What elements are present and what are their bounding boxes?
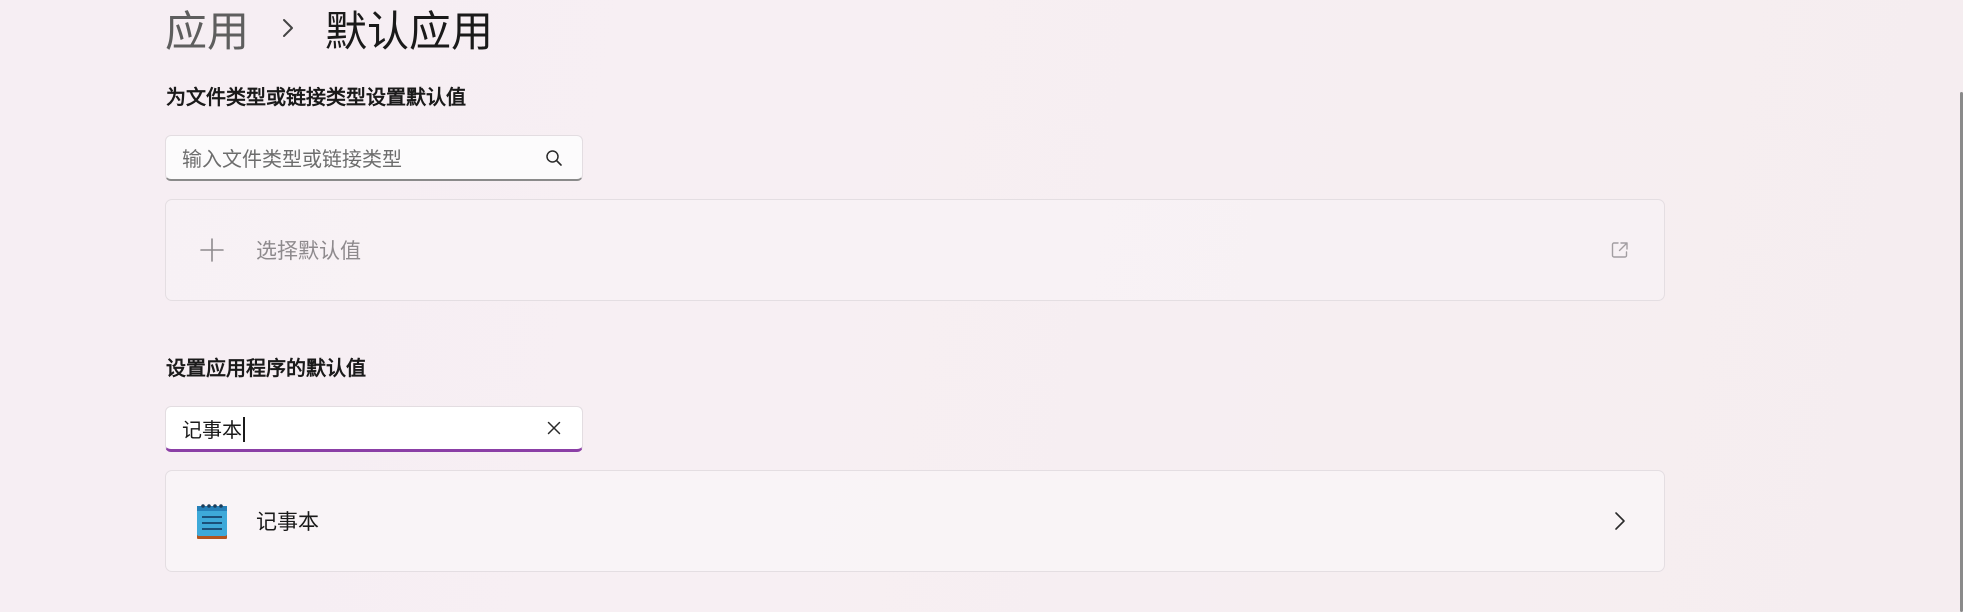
open-external-icon xyxy=(1600,230,1640,270)
chevron-right-icon xyxy=(269,18,307,38)
choose-default-label: 选择默认值 xyxy=(256,239,361,263)
breadcrumb: 应用 默认应用 xyxy=(165,0,493,56)
page-title: 默认应用 xyxy=(325,6,494,56)
clear-icon[interactable] xyxy=(534,408,574,448)
file-type-section-title: 为文件类型或链接类型设置默认值 xyxy=(166,85,466,109)
app-search-value: 记事本 xyxy=(182,417,242,442)
app-section-title: 设置应用程序的默认值 xyxy=(166,356,366,380)
breadcrumb-parent-apps[interactable]: 应用 xyxy=(165,0,249,59)
app-result-name: 记事本 xyxy=(256,510,319,534)
text-caret xyxy=(243,417,245,442)
file-type-search-placeholder: 输入文件类型或链接类型 xyxy=(182,147,402,171)
app-search-field: 记事本 xyxy=(166,414,534,443)
plus-icon xyxy=(188,226,236,274)
chevron-right-icon xyxy=(1600,501,1640,541)
choose-default-card[interactable]: 选择默认值 xyxy=(165,199,1665,301)
file-type-search-input[interactable]: 输入文件类型或链接类型 xyxy=(165,135,583,181)
app-search-input[interactable]: 记事本 xyxy=(165,406,583,452)
notepad-icon xyxy=(188,497,236,545)
search-icon[interactable] xyxy=(534,138,574,178)
app-result-notepad[interactable]: 记事本 xyxy=(165,470,1665,572)
